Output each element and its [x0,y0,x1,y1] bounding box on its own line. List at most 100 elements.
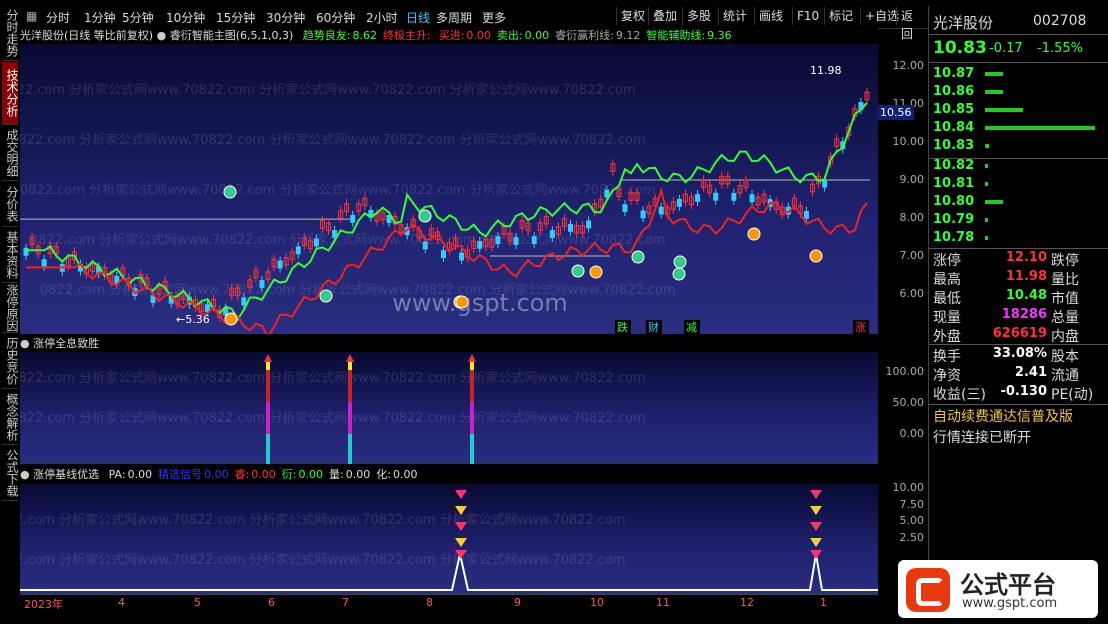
period-2[interactable]: 5分钟 [122,9,154,26]
period-10[interactable]: 更多 [482,9,506,26]
toolbar-button-4[interactable]: 画线 [754,7,787,25]
ask-price: 10.83 [933,138,975,153]
toolbar-button-5[interactable]: F10 [792,7,823,25]
main-price-chart[interactable]: 0822.com 分析家公式网www.70822.com 分析家公式网www.7… [20,44,878,334]
stock-code: 002708 [1033,13,1087,29]
collapse-icon[interactable]: ● [20,337,30,350]
stat-label-right: 内盘 [1051,329,1079,345]
left-tab-2[interactable]: 成交明细 [2,126,19,181]
period-8[interactable]: 日线 [406,9,430,26]
candle-body [822,179,828,188]
candle-body [531,236,537,245]
watermark: 0822.com 分析家公式网www.70822.com 分析家公式网www.7… [20,410,646,426]
candle-body [640,210,646,219]
pane3-value-5: 化: 0.00 [376,468,418,481]
stat-value: 33.08% [992,346,1047,361]
stat-label: 外盘 [933,329,961,345]
signal-icon[interactable] [319,289,333,303]
period-6[interactable]: 60分钟 [316,9,355,26]
price-change: -0.17 [989,41,1023,56]
period-0[interactable]: 分时 [46,9,70,26]
collapse-icon[interactable]: ● [20,468,30,481]
signal-icon[interactable] [571,264,585,278]
arrow-up-icon [264,354,272,362]
indicator-name[interactable]: 睿衍智能主图(6,5,1,0,3) [170,29,294,42]
stat-label: 收益(三) [933,387,986,403]
indicator-value-4: 睿衍赢利线: 9.12 [555,29,641,42]
buy-signal-icon[interactable] [455,295,469,309]
stat-label: 现量 [933,310,961,326]
subscription-notice[interactable]: 自动续费通达信普及版 [933,406,1073,426]
toolbar-button-1[interactable]: 叠加 [648,7,681,25]
month-label: 8 [426,596,433,609]
toolbar-button-6[interactable]: 标记 [824,7,857,25]
ask-volume-bar [985,144,989,148]
period-7[interactable]: 2小时 [366,9,398,26]
period-9[interactable]: 多周期 [436,9,472,26]
buy-signal-icon[interactable] [747,227,761,241]
pane2-chart[interactable]: 0822.com 分析家公式网www.70822.com 分析家公式网www.7… [20,352,878,464]
stat-label-right: 流通 [1051,368,1079,384]
axis-tick: 10.00 [892,481,925,494]
toolbar-button-0[interactable]: 复权 [616,7,649,25]
left-tab-4[interactable]: 基本资料 [2,228,19,283]
ask-price: 10.84 [933,120,975,135]
marker-jian-label: 减 [686,321,697,334]
pane3-chart[interactable]: 0822.com 分析家公式网www.70822.com 分析家公式网www.7… [20,484,878,594]
marker-cai-label: 财 [648,320,659,334]
axis-tick: 10.00 [892,135,925,148]
indicator-circle-icon[interactable]: ● [157,29,167,42]
left-tab-3[interactable]: 分价表 [2,182,19,227]
toolbar-button-2[interactable]: 多股 [682,7,715,25]
left-tab-0[interactable]: 分时走势 [2,6,19,61]
period-5[interactable]: 30分钟 [266,9,305,26]
toolbar-grid-icon[interactable]: ▦ [26,9,37,23]
candle-body [313,238,319,247]
signal-icon[interactable] [418,209,432,223]
period-1[interactable]: 1分钟 [84,9,116,26]
diamond-icon [810,506,822,515]
low-price-label: ←5.36 [176,313,210,326]
ask-price: 10.85 [933,102,975,117]
bid-price: 10.82 [933,158,975,173]
signal-icon[interactable] [631,250,645,264]
month-label: 6 [268,596,275,609]
period-4[interactable]: 15分钟 [216,9,255,26]
toolbar-button-3[interactable]: 统计 [718,7,751,25]
signal-icon[interactable] [673,255,687,269]
pane2-title: 涨停全息致胜 [33,337,100,350]
stat-label-right: 市值 [1051,291,1079,307]
date-axis[interactable]: 2023年 4 5 6 7 8 9 10 11 12 1 [20,594,878,611]
toolbar-button-8[interactable]: 返回 [896,7,928,41]
candle-body [549,230,555,238]
month-label: 4 [118,596,125,609]
left-tab-7[interactable]: 概念解析 [2,390,19,445]
arrow-up-icon [346,354,354,362]
diamond-icon [810,522,822,531]
left-tab-6[interactable]: 历史竞价 [2,334,19,389]
month-label: 10 [590,596,604,609]
candle-body [440,250,446,259]
diamond-icon [810,550,822,559]
left-tab-5[interactable]: 涨停原因 [2,284,19,333]
signal-icon[interactable] [223,185,237,199]
watermark: 0822.com 分析家公式网www.70822.com 分析家公式网www.7… [20,182,656,198]
left-tab-8[interactable]: 公式下载 [2,446,19,501]
indicator-value-0: 趋势良友: 8.62 [302,29,377,42]
watermark: 0822.com 分析家公式网www.70822.com 分析家公式网www.7… [20,552,626,568]
indicator-value-2: 买进: 0.00 [438,29,491,42]
arrow-up-icon [468,354,476,362]
stat-value: 626619 [992,326,1047,341]
stat-value: -0.130 [1000,384,1047,399]
buy-signal-icon[interactable] [809,249,823,263]
buy-signal-icon[interactable] [589,265,603,279]
signal-icon[interactable] [672,267,686,281]
candle-body [422,241,428,250]
logo-mark-icon [906,568,950,612]
watermark: 0822.com 分析家公式网www.70822.com 分析家公式网www.7… [20,132,646,148]
stat-label: 换手 [933,349,961,365]
buy-signal-icon[interactable] [224,312,238,326]
month-label: 1 [820,596,827,609]
left-tab-1[interactable]: 技术分析 [2,62,19,125]
period-3[interactable]: 10分钟 [166,9,205,26]
